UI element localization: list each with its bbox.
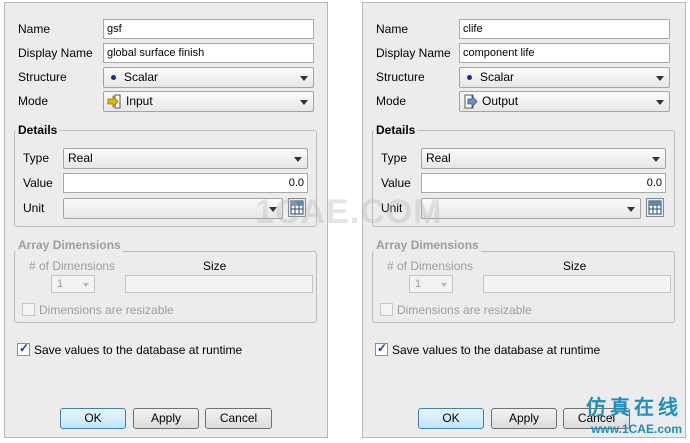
details-heading: Details [374,123,418,137]
structure-label: Structure [18,70,67,84]
center-watermark: 1CAE.COM [255,193,443,231]
value-label: Value [381,176,411,190]
details-heading: Details [16,123,60,137]
type-value: Real [426,151,451,165]
brand-url-text: www.1CAE.com [591,422,682,436]
num-dimensions-value: 1 [57,278,64,290]
display-name-field[interactable]: component life [459,43,670,63]
name-label: Name [376,22,409,36]
dimensions-resizable-label: Dimensions are resizable [397,303,532,317]
output-arrow-icon [464,94,478,109]
unit-dropdown[interactable] [421,198,641,219]
num-dimensions-label: # of Dimensions [29,259,116,273]
display-name-label: Display Name [18,46,93,60]
type-label: Type [381,151,408,165]
unit-label: Unit [23,201,45,215]
dimensions-resizable-checkbox[interactable] [380,303,393,316]
chevron-down-icon [656,76,664,81]
ok-button[interactable]: OK [418,408,484,429]
mode-value: Output [482,94,519,108]
scalar-dot-icon [111,74,116,80]
value-label: Value [23,176,53,190]
mode-label: Mode [18,94,49,108]
chevron-down-icon [627,207,635,212]
brand-watermark: 仿真在线 www.1CAE.com [560,396,686,440]
input-arrow-icon [107,94,121,109]
dimensions-resizable-label: Dimensions are resizable [39,303,174,317]
type-value: Real [68,151,93,165]
size-field[interactable] [483,275,671,293]
mode-dropdown[interactable]: Input [103,91,314,112]
value-field[interactable]: 0.0 [63,173,308,193]
save-values-label: Save values to the database at runtime [392,343,601,357]
value-field[interactable]: 0.0 [421,173,666,193]
chevron-down-icon [300,100,308,105]
chevron-down-icon [300,76,308,81]
cancel-button[interactable]: Cancel [205,408,272,429]
type-dropdown[interactable]: Real [421,148,666,169]
unit-dropdown[interactable] [63,198,283,219]
chevron-down-icon [294,157,302,162]
apply-button[interactable]: Apply [133,408,199,429]
chevron-down-icon [83,283,89,287]
save-values-label: Save values to the database at runtime [34,343,243,357]
chevron-down-icon [656,100,664,105]
structure-label: Structure [376,70,425,84]
num-dimensions-label: # of Dimensions [387,259,474,273]
mode-label: Mode [376,94,407,108]
table-grid-icon [648,200,662,215]
dimensions-resizable-checkbox[interactable] [22,303,35,316]
chevron-down-icon [652,157,660,162]
structure-dropdown[interactable]: Scalar [459,67,670,88]
checkmark-icon: ✓ [377,341,388,355]
unit-picker-button[interactable] [646,198,664,217]
array-dimensions-heading: Array Dimensions [16,238,123,252]
structure-value: Scalar [124,70,159,84]
array-dimensions-heading: Array Dimensions [374,238,481,252]
size-label: Size [203,259,227,273]
name-field[interactable]: clife [459,19,670,39]
type-label: Type [23,151,50,165]
name-label: Name [18,22,51,36]
save-values-checkbox[interactable]: ✓ [17,341,30,356]
num-dimensions-spinner[interactable]: 1 [409,275,453,293]
display-name-field[interactable]: global surface finish [103,43,314,63]
chevron-down-icon [441,283,447,287]
num-dimensions-spinner[interactable]: 1 [51,275,95,293]
mode-dropdown[interactable]: Output [459,91,670,112]
num-dimensions-value: 1 [415,278,422,290]
scalar-dot-icon [467,74,472,80]
structure-value: Scalar [480,70,515,84]
apply-button[interactable]: Apply [491,408,557,429]
brand-chinese-text: 仿真在线 [586,397,682,419]
size-field[interactable] [125,275,313,293]
display-name-label: Display Name [376,46,451,60]
structure-dropdown[interactable]: Scalar [103,67,314,88]
ok-button[interactable]: OK [60,408,126,429]
save-values-checkbox[interactable]: ✓ [375,341,388,356]
name-field[interactable]: gsf [103,19,314,39]
mode-value: Input [126,94,153,108]
size-label: Size [563,259,587,273]
type-dropdown[interactable]: Real [63,148,308,169]
checkmark-icon: ✓ [19,341,30,355]
